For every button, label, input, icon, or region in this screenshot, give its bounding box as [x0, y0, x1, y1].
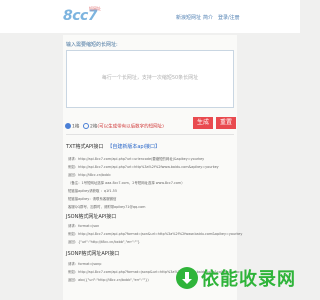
option-1[interactable]: 1格 [65, 123, 79, 130]
option-1-label: 1格 [72, 124, 80, 130]
new-api-link[interactable]: 【自建新版本api接口】 [107, 144, 160, 150]
jsonp-line-request: 请求：format=jsonp [68, 262, 102, 266]
long-url-textarea[interactable]: 每行一个长网址，支持一次缩短50条长网址 [66, 50, 234, 108]
generate-button[interactable]: 生成 [193, 117, 213, 129]
json-line-return: 返回：{"url":"http://t8cc.cn/bxbb","err":""… [68, 240, 140, 244]
txt-api-title-text: TXT格式API接口 [66, 144, 104, 150]
txt-line-qq: 客服QQ群号，加群时，请附带apikey71@qq.com [68, 205, 146, 209]
header-bar: 8cc7 短网址 新浪短网址 简介 登录/注册 [0, 0, 300, 33]
reset-button[interactable]: 重置 [216, 117, 236, 129]
txt-line-note: （备注：1号短网址选择 aaa.8cc7.com，2号短网址选择 www.8cc… [68, 181, 185, 185]
jsonp-api-title: JSONP格式网址API接口 [66, 251, 120, 257]
json-line-example: 例如：http://api.8cc7.com/api.php?format=js… [68, 232, 243, 236]
nav-link-intro[interactable]: 简介 [203, 14, 213, 21]
logo-subtitle: 短网址 [89, 6, 101, 11]
radio-2-icon[interactable] [83, 123, 89, 129]
download-label: 依能收录网 [201, 269, 296, 290]
url-input-label: 输入需要缩短的长网址: [66, 42, 118, 48]
jsonp-line-return: 返回：abc({"url":"http://t8cc.cn/bxbb","err… [68, 278, 149, 282]
json-api-title: JSON格式网址API接口 [66, 214, 117, 220]
divider [66, 134, 234, 135]
txt-line-return: 返回：http://t8cc.cn/bxbb [68, 173, 111, 177]
option-2-hint: (可以生成带有以后数字的短网址) [97, 124, 164, 130]
nav-link-login[interactable]: 登录/注册 [218, 14, 240, 21]
option-2[interactable]: 2格(可以生成带有以后数字的短网址) [83, 123, 164, 130]
site-logo[interactable]: 8cc7 短网址 [63, 6, 108, 28]
download-icon [176, 267, 198, 289]
download-banner[interactable]: 依能收录网 [172, 256, 300, 300]
radio-1-icon[interactable] [65, 123, 71, 129]
txt-api-title: TXT格式API接口 【自建新版本api接口】 [66, 143, 160, 150]
txt-line-example: 例如：http://api.8cc7.com/api.php?url=http%… [68, 165, 219, 169]
txt-line-apikey: 短链接apikey请获取 ：q1f1.55 [68, 189, 117, 193]
textarea-placeholder: 每行一个长网址，支持一次缩短50条长网址 [101, 75, 199, 81]
txt-line-request: 请求：http://api.8cc7.com/api.php?url=urlen… [68, 157, 205, 161]
json-line-request: 请求：format=json [68, 224, 100, 228]
txt-line-contact: 短链接apikey：请联系客服微信 [68, 197, 117, 201]
nav-link-sina[interactable]: 新浪短网址 [176, 14, 201, 21]
